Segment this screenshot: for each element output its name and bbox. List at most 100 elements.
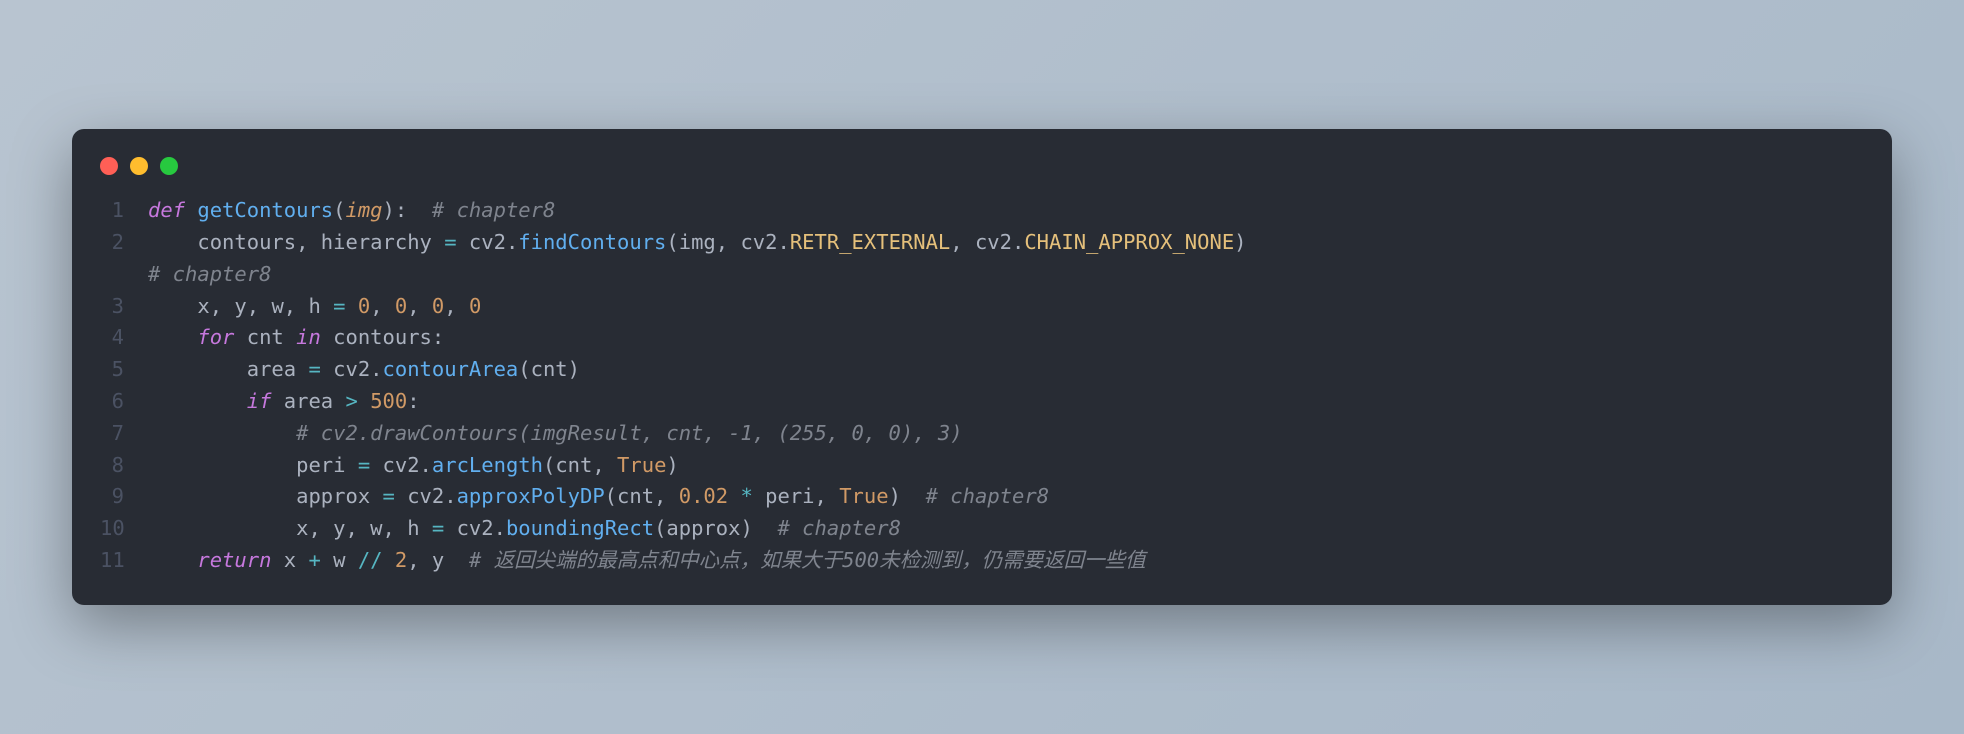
token-punct: ) bbox=[889, 484, 926, 508]
token-punct: ( bbox=[666, 230, 678, 254]
token-punct: , bbox=[716, 230, 741, 254]
token-attr: CHAIN_APPROX_NONE bbox=[1024, 230, 1234, 254]
code-line: 9 approx = cv2.approxPolyDP(cnt, 0.02 * … bbox=[100, 481, 1864, 513]
code-line: 4 for cnt in contours: bbox=[100, 322, 1864, 354]
token-fn: approxPolyDP bbox=[457, 484, 605, 508]
token-punct: , bbox=[210, 294, 235, 318]
token-ident bbox=[148, 421, 296, 445]
line-number bbox=[100, 259, 148, 291]
code-content: x, y, w, h = cv2.boundingRect(approx) # … bbox=[148, 513, 901, 545]
token-ident bbox=[148, 548, 197, 572]
code-content: return x + w // 2, y # 返回尖端的最高点和中心点，如果大于… bbox=[148, 545, 1146, 577]
line-number: 5 bbox=[100, 354, 148, 386]
token-ident bbox=[148, 389, 247, 413]
code-content: area = cv2.contourArea(cnt) bbox=[148, 354, 580, 386]
code-line: 7 # cv2.drawContours(imgResult, cnt, -1,… bbox=[100, 418, 1864, 450]
token-ident: y bbox=[234, 294, 246, 318]
token-comment: # 返回尖端的最高点和中心点，如果大于500未检测到，仍需要返回一些值 bbox=[469, 548, 1146, 572]
token-kw: return bbox=[197, 548, 283, 572]
token-op: // bbox=[358, 548, 395, 572]
line-number: 3 bbox=[100, 291, 148, 323]
token-punct: , bbox=[345, 516, 370, 540]
token-ident: cv2 bbox=[469, 230, 506, 254]
token-punct: , bbox=[444, 294, 469, 318]
token-num: 0.02 bbox=[679, 484, 728, 508]
code-window: 1def getContours(img): # chapter82 conto… bbox=[72, 129, 1892, 604]
token-op: = bbox=[432, 516, 457, 540]
token-ident: peri bbox=[148, 453, 358, 477]
token-comment: # chapter8 bbox=[148, 262, 271, 286]
code-area[interactable]: 1def getContours(img): # chapter82 conto… bbox=[72, 195, 1892, 576]
token-punct: , bbox=[592, 453, 617, 477]
token-ident: area bbox=[148, 357, 308, 381]
token-punct: . bbox=[370, 357, 382, 381]
code-content: x, y, w, h = 0, 0, 0, 0 bbox=[148, 291, 481, 323]
code-content: for cnt in contours: bbox=[148, 322, 444, 354]
token-ident: img bbox=[679, 230, 716, 254]
code-content: # chapter8 bbox=[148, 259, 271, 291]
token-punct: . bbox=[506, 230, 518, 254]
token-punct: . bbox=[494, 516, 506, 540]
token-ident: x bbox=[148, 294, 210, 318]
token-op: + bbox=[308, 548, 333, 572]
token-num: 0 bbox=[469, 294, 481, 318]
token-punct: , bbox=[815, 484, 840, 508]
token-punct: , bbox=[247, 294, 272, 318]
token-attr: RETR_EXTERNAL bbox=[790, 230, 950, 254]
token-punct: , bbox=[654, 484, 679, 508]
token-ident: w bbox=[333, 548, 358, 572]
token-kw: def bbox=[148, 198, 197, 222]
token-punct: ) bbox=[568, 357, 580, 381]
close-icon[interactable] bbox=[100, 157, 118, 175]
token-param: img bbox=[345, 198, 382, 222]
token-punct: , bbox=[370, 294, 395, 318]
token-kw: if bbox=[247, 389, 284, 413]
token-ident: cnt bbox=[617, 484, 654, 508]
token-num: 500 bbox=[370, 389, 407, 413]
token-ident: y bbox=[333, 516, 345, 540]
code-line: 1def getContours(img): # chapter8 bbox=[100, 195, 1864, 227]
minimize-icon[interactable] bbox=[130, 157, 148, 175]
token-fn: getContours bbox=[197, 198, 333, 222]
token-fn: contourArea bbox=[383, 357, 519, 381]
token-ident: h bbox=[407, 516, 432, 540]
token-punct: : bbox=[407, 389, 419, 413]
token-fn: findContours bbox=[518, 230, 666, 254]
token-num: 0 bbox=[358, 294, 370, 318]
token-op: = bbox=[444, 230, 469, 254]
token-ident: cv2 bbox=[407, 484, 444, 508]
maximize-icon[interactable] bbox=[160, 157, 178, 175]
token-ident: cv2 bbox=[740, 230, 777, 254]
token-ident: cnt bbox=[555, 453, 592, 477]
token-ident: x bbox=[148, 516, 308, 540]
token-kw: in bbox=[296, 325, 333, 349]
code-line: 3 x, y, w, h = 0, 0, 0, 0 bbox=[100, 291, 1864, 323]
token-punct: ): bbox=[383, 198, 432, 222]
token-ident: peri bbox=[765, 484, 814, 508]
token-ident: hierarchy bbox=[321, 230, 444, 254]
line-number: 6 bbox=[100, 386, 148, 418]
token-ident: approx bbox=[148, 484, 383, 508]
token-punct: ) bbox=[666, 453, 678, 477]
token-op: = bbox=[333, 294, 358, 318]
token-punct: , bbox=[950, 230, 975, 254]
token-ident: cv2 bbox=[333, 357, 370, 381]
token-ident bbox=[148, 325, 197, 349]
line-number: 1 bbox=[100, 195, 148, 227]
code-line: 11 return x + w // 2, y # 返回尖端的最高点和中心点，如… bbox=[100, 545, 1864, 577]
token-comment: # cv2.drawContours(imgResult, cnt, -1, (… bbox=[296, 421, 962, 445]
token-punct: , bbox=[284, 294, 309, 318]
token-bool: True bbox=[617, 453, 666, 477]
code-content: # cv2.drawContours(imgResult, cnt, -1, (… bbox=[148, 418, 963, 450]
token-kw: for bbox=[197, 325, 246, 349]
token-ident: cv2 bbox=[975, 230, 1012, 254]
token-num: 0 bbox=[432, 294, 444, 318]
line-number: 9 bbox=[100, 481, 148, 513]
token-num: 0 bbox=[395, 294, 407, 318]
token-ident: x bbox=[284, 548, 309, 572]
line-number: 2 bbox=[100, 227, 148, 259]
token-op: = bbox=[358, 453, 383, 477]
token-ident: w bbox=[370, 516, 382, 540]
token-comment: # chapter8 bbox=[926, 484, 1049, 508]
token-punct: . bbox=[777, 230, 789, 254]
